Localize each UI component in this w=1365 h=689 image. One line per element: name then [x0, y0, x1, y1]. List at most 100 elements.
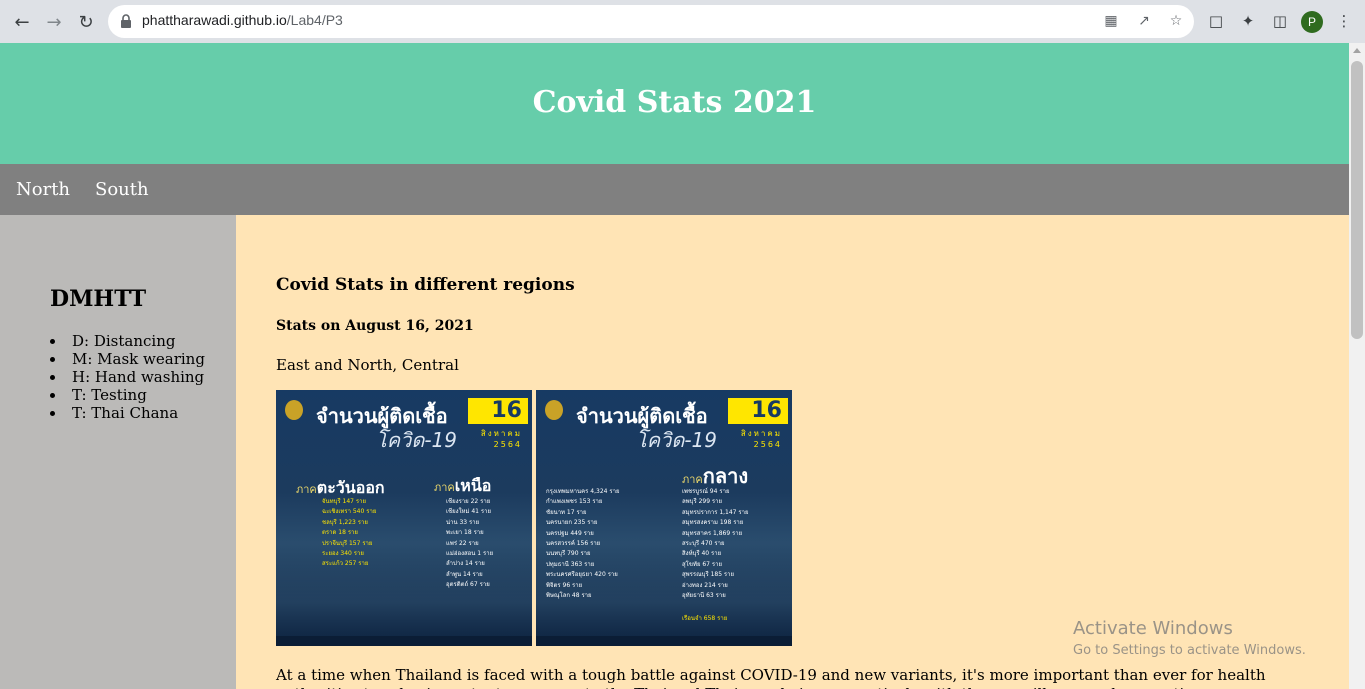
province-row: นครปฐม 449 ราย — [546, 529, 594, 537]
province-row: เชียงราย 22 ราย — [446, 498, 491, 505]
province-row: ลพบุรี 299 ราย — [682, 498, 723, 506]
province-row: ระยอง 340 ราย — [322, 550, 364, 558]
region-prefix: ภาค — [682, 473, 703, 486]
province-row: กำแพงเพชร 153 ราย — [546, 498, 603, 506]
nav-link-north[interactable]: North — [16, 179, 70, 200]
province-row: พิษณุโลก 48 ราย — [546, 592, 592, 600]
province-row: ลำพูน 14 ราย — [446, 570, 483, 578]
lock-icon — [121, 14, 131, 28]
list-item: M: Mask wearing — [50, 350, 205, 368]
scrollbar-thumb[interactable] — [1351, 61, 1363, 339]
government-emblem-icon — [285, 400, 303, 420]
sidebar-title: DMHTT — [50, 286, 147, 312]
list-item: D: Distancing — [50, 332, 205, 350]
sidebar-list: D: Distancing M: Mask wearing H: Hand wa… — [50, 332, 205, 422]
province-row: สมุทรปราการ 1,147 ราย — [682, 508, 749, 516]
province-row: ชัยนาท 17 ราย — [546, 508, 587, 516]
section-subheading: Stats on August 16, 2021 — [276, 318, 474, 334]
region-prefix: ภาค — [434, 481, 455, 494]
back-arrow-icon[interactable]: ← — [8, 8, 36, 36]
side-panel-icon[interactable]: ◫ — [1270, 11, 1290, 31]
url-path: /Lab4/P3 — [286, 12, 343, 28]
province-row: สระแก้ว 257 ราย — [322, 560, 369, 568]
url-text[interactable]: phattharawadi.github.io/Lab4/P3 — [142, 12, 343, 28]
region-name: เหนือ — [454, 476, 492, 495]
province-row: เพชรบูรณ์ 94 ราย — [682, 488, 730, 495]
province-row: อ่างทอง 214 ราย — [682, 581, 728, 589]
extensions-puzzle-icon[interactable]: ✦ — [1238, 11, 1258, 31]
url-host: phattharawadi.github.io — [142, 12, 287, 28]
poster-month: สิงหาคม — [740, 429, 782, 438]
province-row: แพร่ 22 ราย — [446, 539, 479, 547]
province-row: ชลบุรี 1,223 ราย — [322, 518, 368, 526]
province-row: พิจิตร 96 ราย — [546, 581, 583, 589]
province-row: น่าน 33 ราย — [446, 518, 480, 526]
central-province-list-b: เพชรบูรณ์ 94 ราย ลพบุรี 299 ราย สมุทรปรา… — [682, 487, 749, 601]
province-row: ฉะเชิงเทรา 540 ราย — [322, 508, 377, 516]
regions-text: East and North, Central — [276, 356, 459, 374]
poster-central[interactable]: จำนวนผู้ติดเชื้อ 16 โควิด-19 สิงหาคม 2564… — [536, 390, 792, 646]
province-row: สมุทรสงคราม 198 ราย — [682, 519, 744, 527]
share-icon[interactable]: ↗ — [1135, 12, 1153, 30]
scroll-up-arrow-icon[interactable] — [1353, 48, 1361, 53]
forward-arrow-icon[interactable]: → — [40, 8, 68, 36]
province-row: อุทัยธานี 63 ราย — [682, 592, 726, 600]
province-row: เชียงใหม่ 41 ราย — [446, 508, 491, 516]
province-row: สระบุรี 470 ราย — [682, 540, 725, 548]
province-row: ปทุมธานี 363 ราย — [546, 560, 595, 568]
activate-windows-hint: Go to Settings to activate Windows. — [1073, 643, 1306, 658]
poster-year: 2564 — [493, 440, 522, 449]
region-name: กลาง — [702, 464, 749, 488]
address-bar[interactable]: phattharawadi.github.io/Lab4/P3 ▦ ↗ ☆ — [108, 5, 1194, 38]
province-row: ปราจีนบุรี 157 ราย — [322, 539, 373, 547]
government-emblem-icon — [545, 400, 563, 420]
province-row: นนทบุรี 790 ราย — [546, 550, 591, 558]
province-row: สมุทรสาคร 1,869 ราย — [682, 529, 743, 537]
poster-footer — [536, 636, 792, 646]
page-viewport: Covid Stats 2021 North South DMHTT D: Di… — [0, 43, 1349, 689]
poster-day: 16 — [728, 398, 788, 424]
province-row: สุโขทัย 67 ราย — [682, 560, 723, 568]
poster-subtitle: โควิด-19 — [636, 428, 718, 452]
page-icon[interactable]: □ — [1206, 11, 1226, 31]
province-row: พระนครศรีอยุธยา 420 ราย — [546, 571, 618, 579]
region-name: ตะวันออก — [316, 478, 385, 497]
site-header: Covid Stats 2021 — [0, 43, 1349, 164]
sidebar: DMHTT D: Distancing M: Mask wearing H: H… — [0, 215, 236, 689]
nav-link-south[interactable]: South — [95, 179, 149, 200]
east-province-list: จันทบุรี 147 ราย ฉะเชิงเทรา 540 ราย ชลบุ… — [322, 497, 376, 570]
poster-year: 2564 — [753, 440, 782, 449]
region-prefix: ภาค — [296, 483, 317, 496]
reload-icon[interactable]: ↻ — [72, 8, 100, 36]
list-item: T: Thai Chana — [50, 404, 205, 422]
translate-icon[interactable]: ▦ — [1102, 12, 1120, 30]
poster-east-north[interactable]: จำนวนผู้ติดเชื้อ 16 โควิด-19 สิงหาคม 2564… — [276, 390, 532, 646]
province-row: สิงห์บุรี 40 ราย — [682, 550, 722, 558]
province-row: จันทบุรี 147 ราย — [322, 498, 366, 505]
province-row: แม่ฮ่องสอน 1 ราย — [446, 550, 494, 558]
poster-month: สิงหาคม — [480, 429, 522, 438]
menu-kebab-icon[interactable]: ⋮ — [1334, 11, 1354, 31]
list-item: T: Testing — [50, 386, 205, 404]
province-row: นครสวรรค์ 156 ราย — [546, 540, 601, 548]
province-row: ตราด 18 ราย — [322, 529, 358, 537]
list-item: H: Hand washing — [50, 368, 205, 386]
poster-date: สิงหาคม 2564 — [741, 428, 782, 450]
activate-windows-title: Activate Windows — [1073, 618, 1233, 639]
region-label-north: ภาคเหนือ — [434, 474, 491, 499]
province-row: นครนายก 235 ราย — [546, 519, 598, 527]
section-heading: Covid Stats in different regions — [276, 275, 575, 295]
province-row: กรุงเทพมหานคร 4,324 ราย — [546, 488, 620, 495]
poster-subtitle: โควิด-19 — [376, 428, 458, 452]
province-row: อุตรดิตถ์ 67 ราย — [446, 581, 490, 589]
poster-footer — [276, 636, 532, 646]
page-title: Covid Stats 2021 — [532, 85, 817, 120]
vertical-scrollbar[interactable] — [1349, 43, 1365, 689]
city-skyline-image — [276, 536, 532, 646]
profile-avatar[interactable]: P — [1301, 11, 1323, 33]
central-province-list-a: กรุงเทพมหานคร 4,324 ราย กำแพงเพชร 153 รา… — [546, 487, 619, 601]
bookmark-star-icon[interactable]: ☆ — [1167, 12, 1185, 30]
prison-row: เรือนจำ 658 ราย — [682, 615, 728, 622]
browser-toolbar: ← → ↻ phattharawadi.github.io/Lab4/P3 ▦ … — [0, 0, 1365, 43]
profile-initial: P — [1307, 15, 1316, 29]
